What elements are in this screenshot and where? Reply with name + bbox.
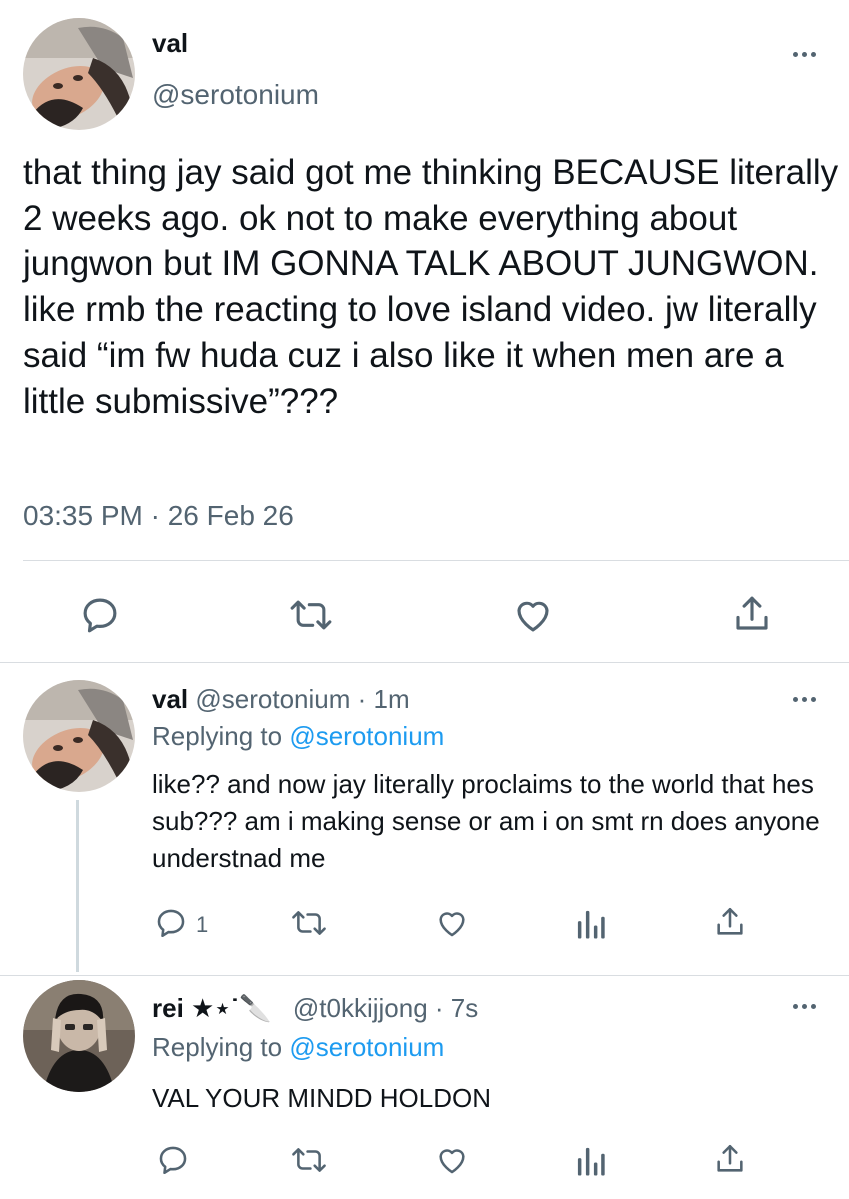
replying-prefix: Replying to — [152, 1032, 290, 1062]
reply-text: like?? and now jay literally proclaims t… — [152, 769, 820, 873]
divider — [0, 662, 849, 663]
more-options-icon[interactable] — [793, 697, 816, 702]
author-handle-time[interactable]: @t0kkijjong · 7s — [293, 993, 478, 1023]
tweet-text: that thing jay said got me thinking BECA… — [23, 153, 839, 421]
avatar-rei[interactable] — [23, 980, 135, 1092]
reply-icon[interactable] — [156, 1143, 190, 1177]
tweet-timestamp[interactable]: 03:35 PM · 26 Feb 26 — [23, 500, 294, 532]
retweet-icon[interactable] — [289, 906, 329, 940]
author-handle[interactable]: @serotonium — [152, 79, 319, 111]
share-icon[interactable] — [713, 904, 747, 940]
more-options-icon[interactable] — [793, 1004, 816, 1009]
like-icon[interactable] — [511, 594, 555, 636]
mention-link[interactable]: @serotonium — [289, 721, 444, 751]
share-icon[interactable] — [713, 1141, 747, 1177]
reply-header: rei ★⋆˙🔪 @t0kkijjong · 7s — [152, 993, 478, 1024]
author-name[interactable]: val — [152, 684, 188, 714]
analytics-icon[interactable] — [576, 908, 606, 940]
like-icon[interactable] — [434, 1143, 470, 1177]
retweet-icon[interactable] — [289, 1143, 329, 1177]
reply-icon[interactable] — [154, 906, 188, 940]
more-options-icon[interactable] — [793, 52, 816, 57]
reply-count: 1 — [196, 912, 209, 937]
avatar-val[interactable] — [23, 18, 135, 130]
mention-link[interactable]: @serotonium — [289, 1032, 444, 1062]
share-icon[interactable] — [731, 592, 773, 636]
author-name[interactable]: val — [152, 28, 188, 59]
thread-line — [76, 800, 79, 972]
reply-header: val @serotonium · 1m — [152, 684, 410, 715]
reply-icon[interactable] — [79, 594, 121, 636]
divider — [0, 975, 849, 976]
author-handle-time[interactable]: @serotonium · 1m — [195, 684, 409, 714]
replying-to: Replying to @serotonium — [152, 1032, 444, 1063]
replying-prefix: Replying to — [152, 721, 290, 751]
reply-text: VAL YOUR MINDD HOLDON — [152, 1083, 492, 1113]
author-name[interactable]: rei ★⋆˙🔪 — [152, 993, 272, 1023]
avatar-val[interactable] — [23, 680, 135, 792]
divider — [23, 560, 849, 561]
replying-to: Replying to @serotonium — [152, 721, 444, 752]
retweet-icon[interactable] — [287, 594, 335, 636]
analytics-icon[interactable] — [576, 1145, 606, 1177]
like-icon[interactable] — [434, 906, 470, 940]
